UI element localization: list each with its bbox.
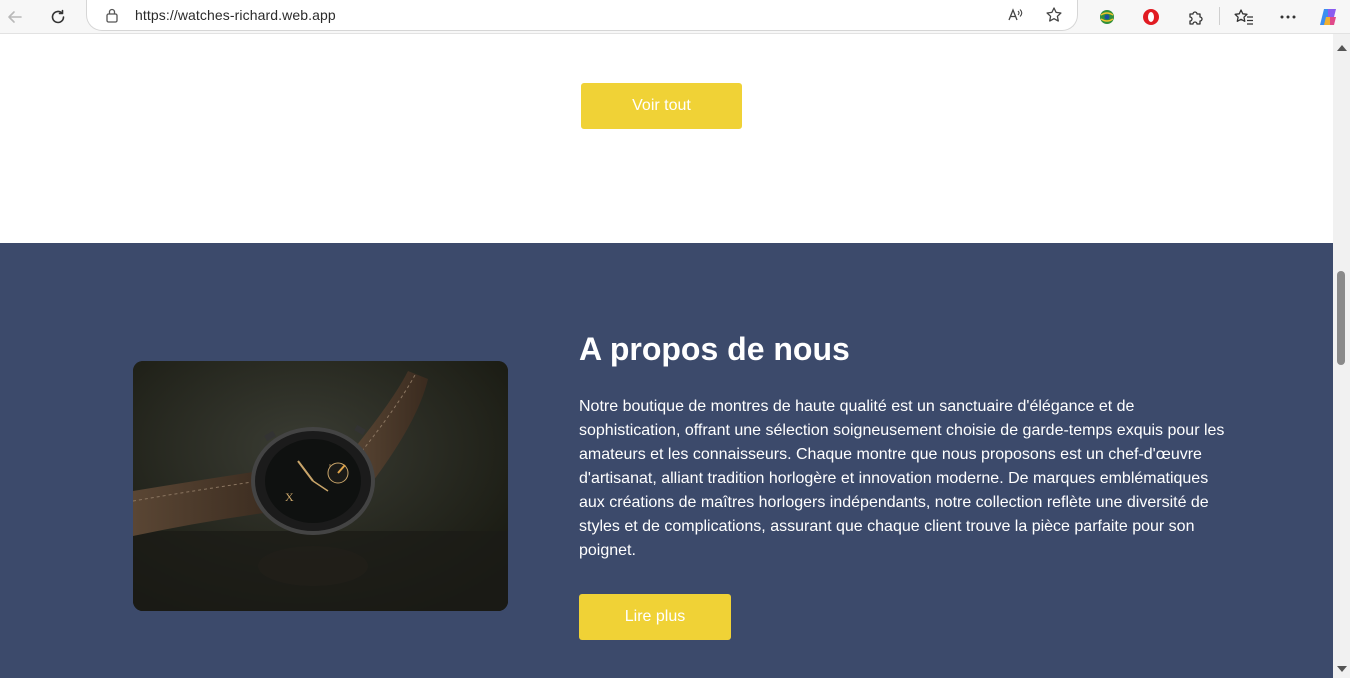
about-title: A propos de nous — [579, 331, 850, 367]
extensions-puzzle-icon[interactable] — [1184, 0, 1206, 34]
svg-text:X: X — [285, 490, 294, 504]
page-viewport: Voir tout X A propos de nous Notre bouti… — [0, 34, 1333, 678]
address-bar[interactable]: https://watches-richard.web.app — [86, 0, 1078, 31]
copilot-icon[interactable] — [1318, 0, 1340, 34]
about-description: Notre boutique de montres de haute quali… — [579, 398, 1225, 559]
read-aloud-icon[interactable] — [1005, 0, 1027, 32]
back-arrow-icon[interactable] — [4, 0, 26, 34]
more-icon[interactable] — [1277, 0, 1299, 34]
favorite-star-icon[interactable] — [1043, 0, 1065, 32]
vertical-scrollbar[interactable] — [1333, 34, 1350, 678]
scroll-down-icon[interactable] — [1337, 666, 1347, 672]
view-all-button[interactable]: Voir tout — [581, 83, 742, 129]
url-text[interactable]: https://watches-richard.web.app — [135, 7, 336, 23]
extension-globe-icon[interactable] — [1096, 0, 1118, 34]
read-more-button[interactable]: Lire plus — [579, 594, 731, 640]
favorites-icon[interactable] — [1233, 0, 1255, 34]
watch-image: X I — [133, 361, 508, 611]
scroll-up-icon[interactable] — [1337, 45, 1347, 51]
scroll-thumb[interactable] — [1337, 271, 1345, 365]
opera-icon[interactable] — [1140, 0, 1162, 34]
browser-toolbar: https://watches-richard.web.app — [0, 0, 1350, 34]
lock-icon[interactable] — [103, 0, 121, 32]
about-section: X I A propos de nous Notre boutique de m… — [0, 243, 1333, 678]
toolbar-separator — [1219, 7, 1220, 25]
refresh-icon[interactable] — [47, 0, 69, 34]
